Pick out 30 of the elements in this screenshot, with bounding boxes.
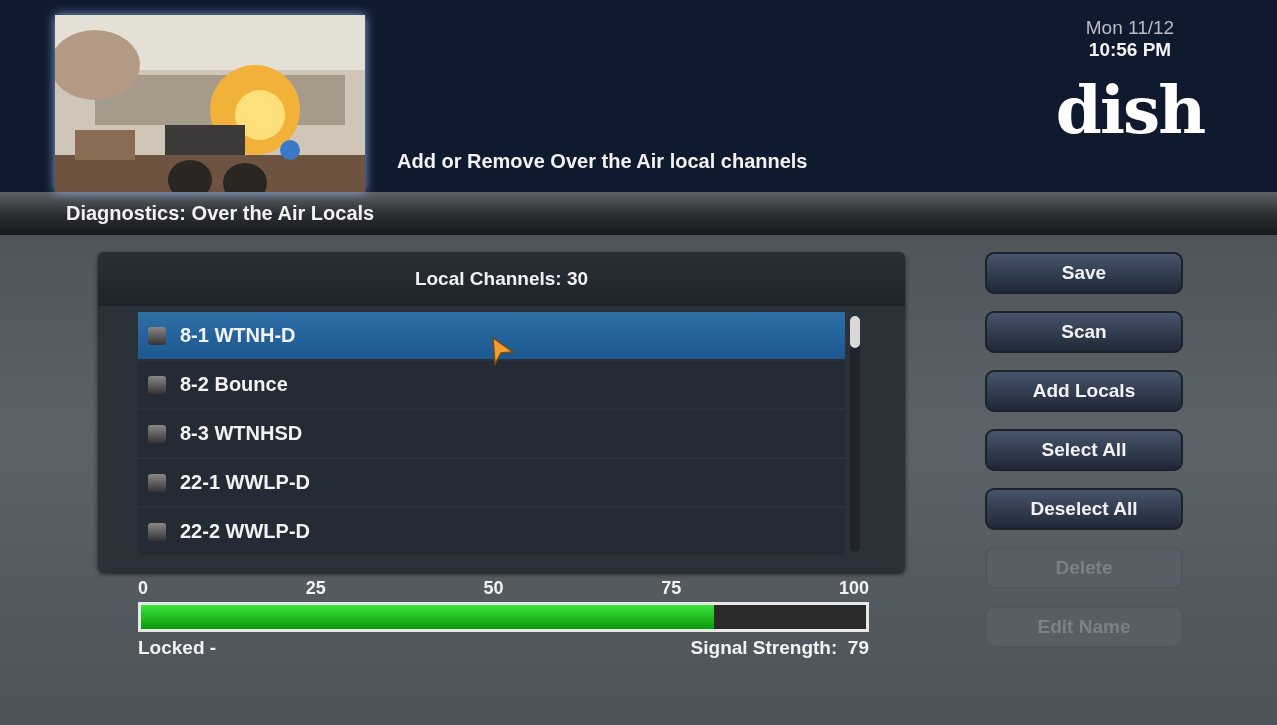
pointer-icon xyxy=(491,336,515,366)
scale-label: 100 xyxy=(838,578,869,599)
lock-status: Locked - xyxy=(138,637,217,659)
time-text: 10:56 PM xyxy=(1088,39,1172,61)
channel-row[interactable]: 8-3 WTNHSD xyxy=(138,410,845,457)
logo: dish xyxy=(1055,77,1205,143)
panel-heading: Local Channels: 30 xyxy=(98,252,905,306)
scale-label: 25 xyxy=(305,578,326,599)
menu-button[interactable]: Add Locals xyxy=(985,370,1183,412)
scale-label: 50 xyxy=(483,578,504,599)
square-icon xyxy=(148,473,166,492)
date-text: Mon 11/12 xyxy=(1085,17,1175,39)
description-text: Add or Remove Over the Air local channels xyxy=(397,150,809,173)
screen-title: Diagnostics: Over the Air Locals xyxy=(66,202,375,225)
scrollbar[interactable] xyxy=(850,316,860,552)
scale-label: 75 xyxy=(661,578,682,599)
channel-row[interactable]: 22-1 WWLP-D xyxy=(138,459,845,506)
scale-label: 0 xyxy=(138,578,148,599)
channel-row[interactable]: 22-2 WWLP-D xyxy=(138,508,845,555)
menu-button[interactable]: Select All xyxy=(985,429,1183,471)
menu-button[interactable]: Scan xyxy=(985,311,1183,353)
square-icon xyxy=(148,424,166,443)
square-icon xyxy=(148,522,166,541)
channel-row[interactable]: 8-1 WTNH-D xyxy=(138,312,845,359)
signal-reading: Signal Strength: 79 xyxy=(690,637,869,659)
menu-button[interactable]: Save xyxy=(985,252,1183,294)
channel-row[interactable]: 8-2 Bounce xyxy=(138,361,845,408)
square-icon xyxy=(148,375,166,394)
square-icon xyxy=(148,326,166,345)
menu-button[interactable]: Deselect All xyxy=(985,488,1183,530)
